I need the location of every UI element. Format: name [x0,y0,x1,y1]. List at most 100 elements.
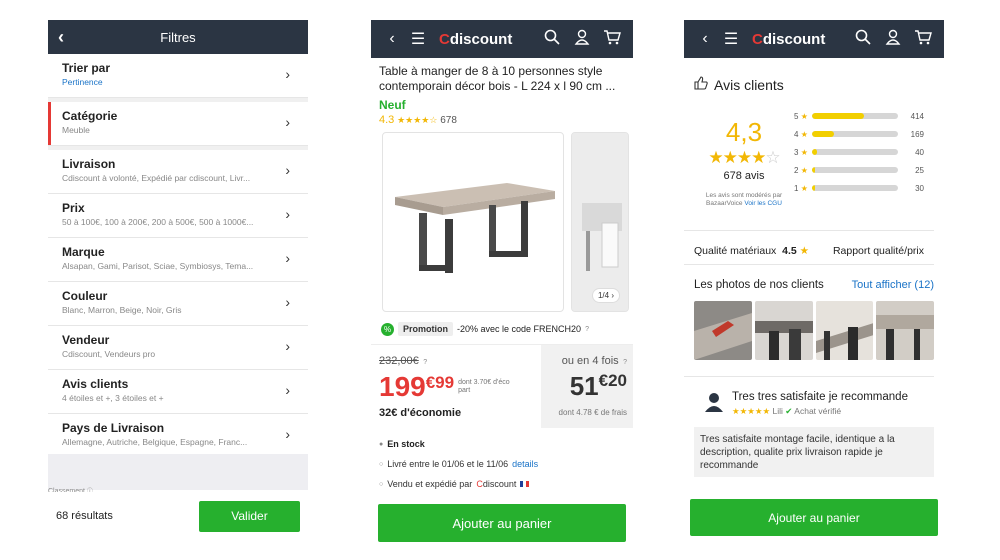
info-icon: ? [623,359,627,366]
search-icon[interactable] [850,29,876,50]
installment-price: 51€20 [547,371,627,402]
review-stars-icon: ★★★★★ [732,406,771,416]
star-icon: ★ [800,111,808,121]
bullet-icon: ○ [379,460,384,468]
back-icon[interactable]: ‹ [692,30,718,48]
show-all-photos-link[interactable]: Tout afficher (12) [852,279,934,291]
criteria-ratings: Qualité matériaux 4.5 ★ Rapport qualité/… [684,231,934,265]
flag-fr-icon [520,481,530,487]
rating-bar-row[interactable]: 5 ★ 414 [794,107,924,125]
chevron-right-icon: › [285,250,290,266]
filter-row-price[interactable]: Prix 50 à 100€, 100 à 200€, 200 à 500€, … [48,194,308,238]
seller-row: ○ Vendu et expédié par Cdiscount [379,474,625,494]
customer-photo[interactable] [815,301,874,360]
cdiscount-logo[interactable]: Cdiscount [752,31,825,48]
filter-row-value: Cdiscount à volonté, Expédié par cdiscou… [62,173,251,183]
add-to-cart-button[interactable]: Ajouter au panier [690,499,938,536]
filter-row-sort[interactable]: Trier par Pertinence › [48,54,308,98]
rating-bar-count: 414 [910,111,924,121]
app-header: ‹ ☰ Cdiscount [684,20,944,58]
menu-icon[interactable]: ☰ [405,29,431,49]
filter-row-title: Prix [62,201,85,215]
rating-overall: 4,3 ★★★★☆ 678 avis Les avis sont modérés… [694,103,794,230]
chevron-right-icon: › [285,114,290,130]
filter-row-seller[interactable]: Vendeur Cdiscount, Vendeurs pro › [48,326,308,370]
star-icon: ★ [800,147,808,157]
installment-integer: 51 [569,371,599,401]
rating-summary: 4,3 ★★★★☆ 678 avis Les avis sont modérés… [684,93,934,231]
rating-count: 678 avis [723,170,765,182]
customer-photos-header: Les photos de nos clients Tout afficher … [684,265,944,291]
price-integer: 199 [379,371,426,402]
customer-photo[interactable] [876,301,934,360]
menu-icon[interactable]: ☰ [718,29,744,49]
filter-row-color[interactable]: Couleur Blanc, Marron, Beige, Noir, Gris… [48,282,308,326]
delivery-details-link[interactable]: details [512,459,538,469]
filters-spacer [48,454,308,490]
reviews-title: Avis clients [714,76,784,93]
customer-photo[interactable] [754,301,813,360]
product-rating[interactable]: 4.3 ★★★★☆ 678 [371,112,633,126]
filters-header: ‹ Filtres [48,20,308,54]
price-installments[interactable]: ou en 4 fois ? 51€20 dont 4.78 € de frai… [541,345,633,428]
product-screen: ‹ ☰ Cdiscount Table à manger de 8 à 10 p… [371,20,633,542]
results-count: 68 résultats [56,510,113,522]
cart-icon[interactable] [599,29,625,50]
account-icon[interactable] [569,29,595,50]
rating-bar-row[interactable]: 4 ★ 169 [794,125,924,143]
filter-row-value: Blanc, Marron, Beige, Noir, Gris [62,305,182,315]
customer-photo[interactable] [694,301,752,360]
filter-row-category[interactable]: Catégorie Meuble › [48,102,308,146]
back-icon[interactable]: ‹ [58,27,64,48]
filter-row-title: Pays de Livraison [62,421,165,435]
review-text: Tres satisfaite montage facile, identiqu… [694,427,934,477]
delivery-info: ● En stock ○ Livré entre le 01/06 et le 11… [371,428,633,494]
rating-bar-count: 25 [915,165,924,175]
filter-row-title: Avis clients [62,377,129,391]
chevron-right-icon: › [285,206,290,222]
cart-icon[interactable] [910,29,936,50]
installment-cents: €20 [598,371,627,390]
filter-row-brand[interactable]: Marque Alsapan, Gami, Parisot, Sciae, Sy… [48,238,308,282]
filters-footer: 68 résultats Valider [48,492,308,540]
filter-row-delivery[interactable]: Livraison Cdiscount à volonté, Expédié p… [48,150,308,194]
filters-title: Filtres [160,29,196,45]
product-gallery[interactable]: 1/4 › [371,132,633,312]
product-image-next[interactable]: 1/4 › [571,132,629,312]
cgu-link[interactable]: Voir les CGU [744,200,782,207]
verified-purchase: Achat vérifié [794,406,842,416]
avatar [704,391,724,413]
rating-bar-row[interactable]: 2 ★ 25 [794,161,924,179]
installment-fees: dont 4.78 € de frais [558,408,628,417]
star-icon: ★ [800,129,808,139]
chevron-right-icon: › [285,162,290,178]
stock-text: En stock [387,439,425,449]
rating-bar-count: 30 [915,183,924,193]
product-image[interactable] [382,132,564,312]
rating-bar-row[interactable]: 1 ★ 30 [794,179,924,197]
rating-value: 4.3 [379,114,395,126]
filter-row-country[interactable]: Pays de Livraison Allemagne, Autriche, B… [48,414,308,458]
validate-button[interactable]: Valider [199,500,300,532]
review-title: Tres tres satisfaite je recommande [732,391,908,403]
filter-row-title: Marque [62,245,105,259]
rating-bar-row[interactable]: 3 ★ 40 [794,143,924,161]
add-to-cart-button[interactable]: Ajouter au panier [378,504,626,542]
filter-row-reviews[interactable]: Avis clients 4 étoiles et +, 3 étoiles e… [48,370,308,414]
review-card: Tres tres satisfaite je recommande ★★★★★… [684,376,934,417]
quality-criterion: Qualité matériaux 4.5 ★ [694,245,810,257]
info-icon[interactable]: ? [585,326,589,333]
cdiscount-logo[interactable]: Cdiscount [439,31,512,48]
rating-bar-count: 169 [910,129,924,139]
price-box: 232,00€ ? 199 €99 dont 3.70€ d'éco part 3… [371,344,633,428]
promo-banner[interactable]: % Promotion -20% avec le code FRENCH20 ? [371,312,633,336]
promo-text: -20% avec le code FRENCH20 [457,324,582,334]
check-icon: ✔ [785,406,793,416]
account-icon[interactable] [880,29,906,50]
gallery-pager[interactable]: 1/4 › [591,288,620,303]
chevron-right-icon: › [285,338,290,354]
search-icon[interactable] [539,29,565,50]
back-icon[interactable]: ‹ [379,30,405,48]
reviews-screen: ‹ ☰ Cdiscount Avis clients 4,3 ★★★★☆ 678… [684,20,944,540]
info-icon[interactable]: ? [423,359,427,366]
